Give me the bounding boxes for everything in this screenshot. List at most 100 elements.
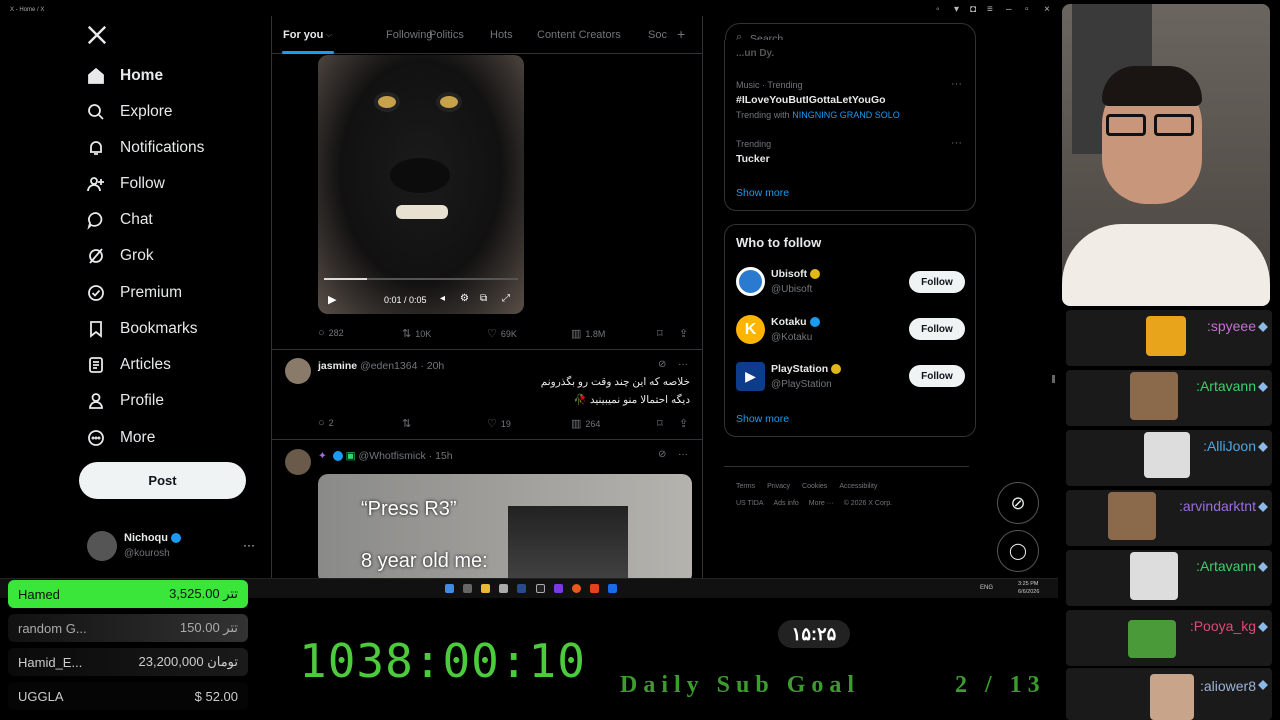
chat-username[interactable]: :Artavann — [1196, 558, 1256, 574]
footer-link-us[interactable]: US TIDA — [736, 500, 764, 507]
avatar[interactable] — [285, 358, 311, 384]
tab-hots[interactable]: Hots — [490, 29, 513, 41]
sidebar-item-follow[interactable]: Follow — [86, 169, 165, 199]
chat-username[interactable]: :arvindarktnt — [1179, 498, 1256, 514]
follow-button[interactable]: Follow — [909, 271, 965, 293]
sidebar-item-profile[interactable]: Profile — [86, 386, 164, 416]
retweet-button[interactable]: ⇅ 10K — [402, 327, 431, 340]
sidebar-item-notifications[interactable]: Notifications — [86, 133, 204, 163]
play-icon[interactable]: ▶ — [328, 293, 336, 306]
follow-button[interactable]: Follow — [909, 365, 965, 387]
footer-link-accessibility[interactable]: Accessibility — [839, 483, 877, 490]
x-app-icon[interactable] — [536, 584, 545, 593]
footer-link-ads-info[interactable]: Ads info — [774, 500, 799, 507]
avatar[interactable] — [285, 449, 311, 475]
reply-button[interactable]: ○ 282 — [318, 327, 344, 339]
start-icon[interactable] — [445, 584, 454, 593]
views-button[interactable]: ▥ 1.8M — [571, 327, 605, 340]
tab-for-you[interactable]: For you — [283, 29, 323, 41]
brave-icon[interactable] — [590, 584, 599, 593]
more-icon[interactable]: ··· — [678, 449, 688, 460]
close-icon[interactable]: × — [1044, 4, 1050, 15]
chat-float-button[interactable]: ◯ — [997, 530, 1039, 572]
footer-link-more[interactable]: More ··· — [809, 500, 834, 507]
bookmark-button[interactable]: ⌑ — [657, 327, 663, 340]
menu-icon[interactable]: ≡ — [987, 4, 993, 15]
footer-link-terms[interactable]: Terms — [736, 483, 755, 490]
show-more-link[interactable]: Show more — [736, 187, 789, 199]
chat-username[interactable]: :Artavann — [1196, 378, 1256, 394]
extension-icon[interactable]: ◦ — [936, 4, 940, 15]
show-more-link[interactable]: Show more — [736, 413, 789, 425]
post-button[interactable]: Post — [79, 462, 246, 499]
more-icon[interactable]: ··· — [678, 359, 688, 370]
grok-float-button[interactable]: ⊘ — [997, 482, 1039, 524]
tab-content-creators[interactable]: Content Creators — [537, 29, 621, 41]
reply-button[interactable]: ○ 2 — [318, 417, 334, 429]
maximize-icon[interactable]: ▫ — [1025, 4, 1029, 15]
tab-following[interactable]: Following — [386, 29, 432, 41]
grok-icon[interactable]: ⊘ — [658, 359, 666, 370]
sidebar-item-home[interactable]: Home — [86, 61, 163, 91]
twitch-icon[interactable] — [554, 584, 563, 593]
retweet-button[interactable]: ⇅ — [402, 417, 415, 430]
grok-icon[interactable]: ⊘ — [658, 449, 666, 460]
video-player[interactable]: ▶ 0:01 / 0:05 ◂ ⚙ ⧉ ⤢ — [318, 55, 524, 314]
playstation-avatar[interactable]: ▶ — [736, 362, 765, 391]
like-button[interactable]: ♡ 69K — [487, 327, 517, 340]
footer-link-cookies[interactable]: Cookies — [802, 483, 827, 490]
settings-icon[interactable]: ⚙ — [460, 293, 469, 304]
sidebar-item-premium[interactable]: Premium — [86, 278, 182, 308]
scrollbar-thumb[interactable] — [1052, 375, 1055, 383]
minimize-icon[interactable]: – — [1006, 4, 1012, 15]
tab-soc[interactable]: Soc — [648, 29, 667, 41]
chat-username[interactable]: :spyeee — [1207, 318, 1256, 334]
clock-time[interactable]: 3:25 PM — [1018, 581, 1038, 587]
like-button[interactable]: ♡ 19 — [487, 417, 511, 430]
add-tab-icon[interactable]: + — [677, 26, 685, 42]
shield-icon[interactable]: ▾ — [954, 4, 959, 15]
sidebar-item-explore[interactable]: Explore — [86, 97, 173, 127]
chat-username[interactable]: :aliower8 — [1200, 678, 1256, 694]
discord-icon[interactable]: ◘ — [970, 4, 976, 15]
app-icon[interactable] — [499, 584, 508, 593]
share-button[interactable]: ⇪ — [679, 417, 688, 430]
tab-politics[interactable]: Politics — [429, 29, 464, 41]
volume-icon[interactable]: ◂ — [440, 293, 445, 304]
sidebar-item-label: Profile — [120, 392, 164, 409]
clock-date[interactable]: 6/6/2026 — [1018, 589, 1039, 595]
chat-username[interactable]: :Pooya_kg — [1190, 618, 1256, 634]
pip-icon[interactable]: ⧉ — [480, 293, 487, 304]
folder-icon[interactable] — [481, 584, 490, 593]
chat-username[interactable]: :AlliJoon — [1203, 438, 1256, 454]
ubisoft-avatar[interactable] — [736, 267, 765, 296]
steam-icon[interactable] — [608, 584, 617, 593]
sidebar-item-articles[interactable]: Articles — [86, 350, 171, 380]
trend-title[interactable]: #ILoveYouButIGottaLetYouGo — [736, 94, 886, 106]
x-logo-icon[interactable] — [86, 24, 108, 48]
sidebar-item-more[interactable]: More — [86, 423, 155, 453]
share-button[interactable]: ⇪ — [679, 327, 688, 340]
chevron-down-icon[interactable]: ⌵ — [326, 30, 332, 40]
trend-title[interactable]: Tucker — [736, 153, 770, 165]
sidebar-item-chat[interactable]: Chat — [86, 205, 153, 235]
views-button[interactable]: ▥ 264 — [571, 417, 600, 430]
more-icon[interactable]: ··· — [951, 137, 962, 149]
kotaku-avatar[interactable]: K — [736, 315, 765, 344]
footer-link-privacy[interactable]: Privacy — [767, 483, 790, 490]
more-icon[interactable]: ··· — [951, 78, 962, 90]
follow-button[interactable]: Follow — [909, 318, 965, 340]
app-icon[interactable] — [517, 584, 526, 593]
firefox-icon[interactable] — [572, 584, 581, 593]
diamond-icon — [1258, 562, 1268, 572]
video-progress[interactable] — [324, 278, 518, 280]
language-indicator[interactable]: ENG — [980, 585, 993, 591]
bookmark-button[interactable]: ⌑ — [657, 417, 663, 430]
fullscreen-icon[interactable]: ⤢ — [502, 293, 510, 304]
tweet-image[interactable]: “Press R3” 8 year old me: — [318, 474, 692, 578]
sidebar-item-bookmarks[interactable]: Bookmarks — [86, 314, 198, 344]
avatar[interactable] — [87, 531, 117, 561]
sidebar-item-grok[interactable]: Grok — [86, 241, 154, 271]
account-menu-button[interactable]: ··· — [243, 538, 255, 552]
search-icon[interactable] — [463, 584, 472, 593]
